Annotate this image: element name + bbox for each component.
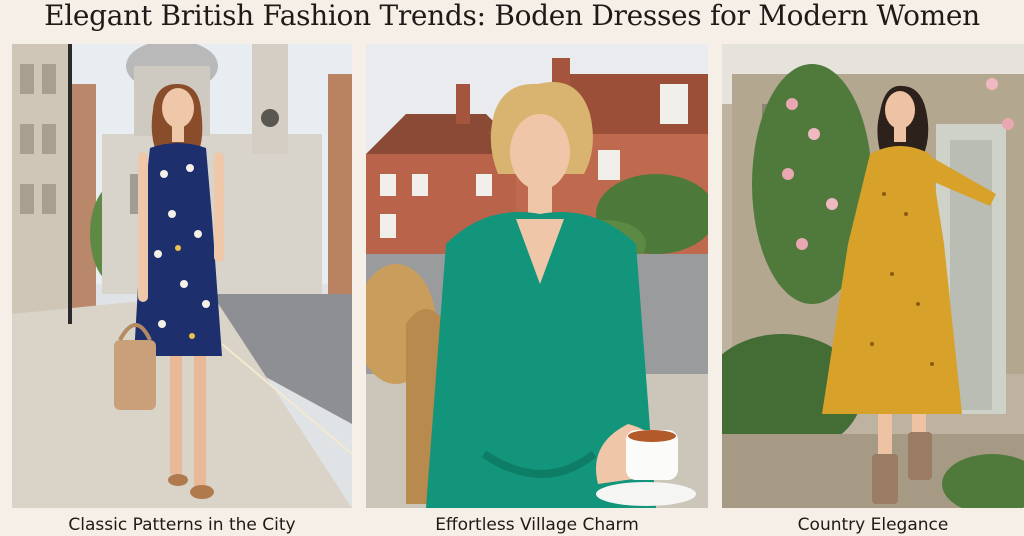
photo-city-street bbox=[12, 44, 352, 508]
page: Elegant British Fashion Trends: Boden Dr… bbox=[0, 0, 1024, 536]
caption-village: Effortless Village Charm bbox=[435, 515, 639, 535]
country-cottage-illustration bbox=[722, 44, 1024, 508]
photo-village-cafe bbox=[366, 44, 708, 508]
caption-country: Country Elegance bbox=[797, 515, 949, 535]
page-title: Elegant British Fashion Trends: Boden Dr… bbox=[44, 0, 980, 32]
caption-city: Classic Patterns in the City bbox=[68, 515, 296, 535]
village-cafe-illustration bbox=[366, 44, 708, 508]
city-street-illustration bbox=[12, 44, 352, 508]
photo-country-cottage bbox=[722, 44, 1024, 508]
